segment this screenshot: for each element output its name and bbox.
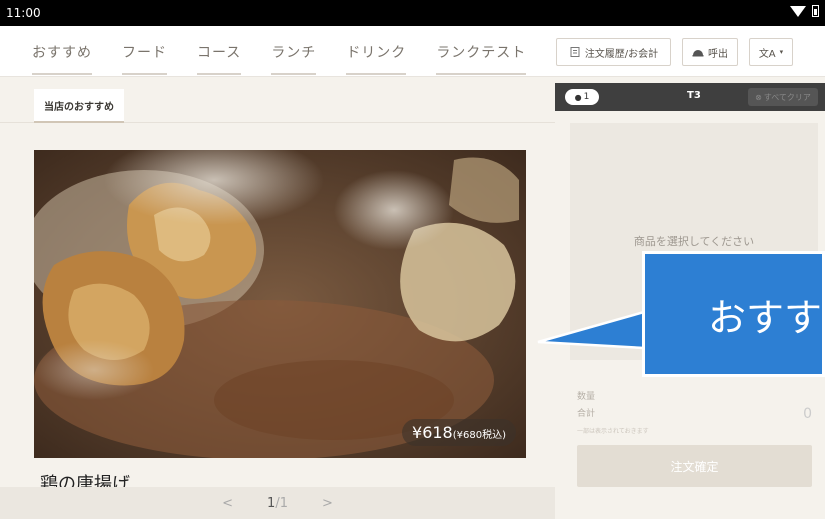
confirm-order-label: 注文確定 — [670, 459, 719, 474]
total-value: 0 — [803, 406, 812, 422]
tab-underline — [197, 73, 242, 75]
status-bar: 11:00 — [0, 0, 825, 26]
total-label: 合計 — [577, 409, 596, 419]
tab-label: ランクテスト — [436, 44, 527, 61]
subcategory-bar: 当店のおすすめ — [0, 77, 555, 123]
price-tag: ¥618(¥680税込) — [402, 419, 516, 446]
order-history-label: 注文履歴/お会計 — [584, 48, 659, 60]
order-summary: 数量 合計 0 一部は表示されておきます — [577, 389, 812, 435]
tab-label: おすすめ — [32, 44, 92, 61]
tab-lunch[interactable]: ランチ — [256, 26, 331, 77]
page-indicator: 1/1 — [267, 496, 288, 511]
guest-count-badge[interactable]: ● 1 — [565, 89, 599, 105]
status-icons — [790, 5, 819, 17]
prev-page-button[interactable]: < — [222, 496, 233, 511]
tab-underline — [122, 73, 167, 75]
guest-count: 1 — [583, 92, 590, 102]
tab-underline — [32, 73, 92, 75]
tab-label: ランチ — [271, 44, 317, 61]
tab-visit[interactable]: 来店 — [541, 26, 545, 77]
cart-empty-message: 商品を選択してください — [633, 235, 755, 248]
clear-icon: ⊗ — [755, 92, 762, 102]
total-row: 合計 0 — [577, 406, 812, 422]
tooltip-pointer — [537, 310, 646, 350]
menu-panel: 当店のおすすめ ¥618(¥680税込) 鶏の唐揚げ < 1/1 > — [0, 77, 555, 519]
tab-rank-test[interactable]: ランクテスト — [421, 26, 541, 77]
clear-all-label: すべてクリア — [763, 92, 811, 102]
call-staff-label: 呼出 — [708, 48, 728, 60]
confirm-order-button[interactable]: 注文確定 — [577, 445, 812, 487]
clear-all-button[interactable]: ⊗ すべてクリア — [748, 88, 818, 106]
qty-label: 数量 — [577, 392, 596, 402]
price-tax-value: (¥680 — [452, 430, 483, 441]
call-staff-button[interactable]: 呼出 — [682, 38, 738, 66]
tab-label: フード — [122, 44, 167, 61]
category-tabs: おすすめ フード コース ランチ ドリンク ランクテスト 来店 — [0, 26, 545, 77]
chevron-down-icon: ▾ — [779, 48, 784, 56]
total-pages: /1 — [275, 495, 288, 511]
tab-drink[interactable]: ドリンク — [331, 26, 421, 77]
tab-recommended[interactable]: おすすめ — [0, 26, 107, 77]
battery-icon — [812, 5, 819, 17]
item-photo[interactable]: ¥618(¥680税込) — [34, 150, 526, 458]
tooltip-text: おすすめ — [708, 295, 825, 340]
tab-label: ドリンク — [346, 44, 407, 61]
tab-underline — [346, 73, 407, 75]
tax-note: 一部は表示されておきます — [577, 428, 649, 435]
top-bar: おすすめ フード コース ランチ ドリンク ランクテスト 来店 注文履歴/お会計… — [0, 26, 825, 77]
subcategory-label: 当店のおすすめ — [44, 101, 114, 113]
receipt-icon — [570, 47, 580, 57]
fried-chicken-image — [34, 150, 526, 458]
next-page-button[interactable]: > — [322, 496, 333, 511]
translate-icon: 文A — [758, 48, 776, 60]
person-icon: ● — [574, 92, 582, 102]
tutorial-tooltip[interactable]: おすすめ — [642, 251, 825, 377]
tab-course[interactable]: コース — [182, 26, 256, 77]
tab-food[interactable]: フード — [107, 26, 182, 77]
order-history-button[interactable]: 注文履歴/お会計 — [556, 38, 671, 66]
bell-icon — [692, 50, 704, 57]
tab-label: コース — [197, 44, 242, 61]
tab-underline — [271, 73, 317, 75]
table-number: T3 — [687, 90, 701, 101]
price-value: ¥618 — [412, 423, 453, 442]
language-button[interactable]: 文A ▾ — [749, 38, 793, 66]
tab-underline — [436, 73, 527, 75]
pager: < 1/1 > — [0, 487, 555, 519]
clock: 11:00 — [6, 6, 41, 20]
subcategory-tab-recommended[interactable]: 当店のおすすめ — [34, 89, 124, 123]
qty-row: 数量 — [577, 389, 812, 402]
tax-mark: 税込) — [482, 430, 506, 441]
wifi-icon — [790, 5, 806, 17]
order-header: ● 1 T3 ⊗ すべてクリア — [555, 83, 825, 111]
